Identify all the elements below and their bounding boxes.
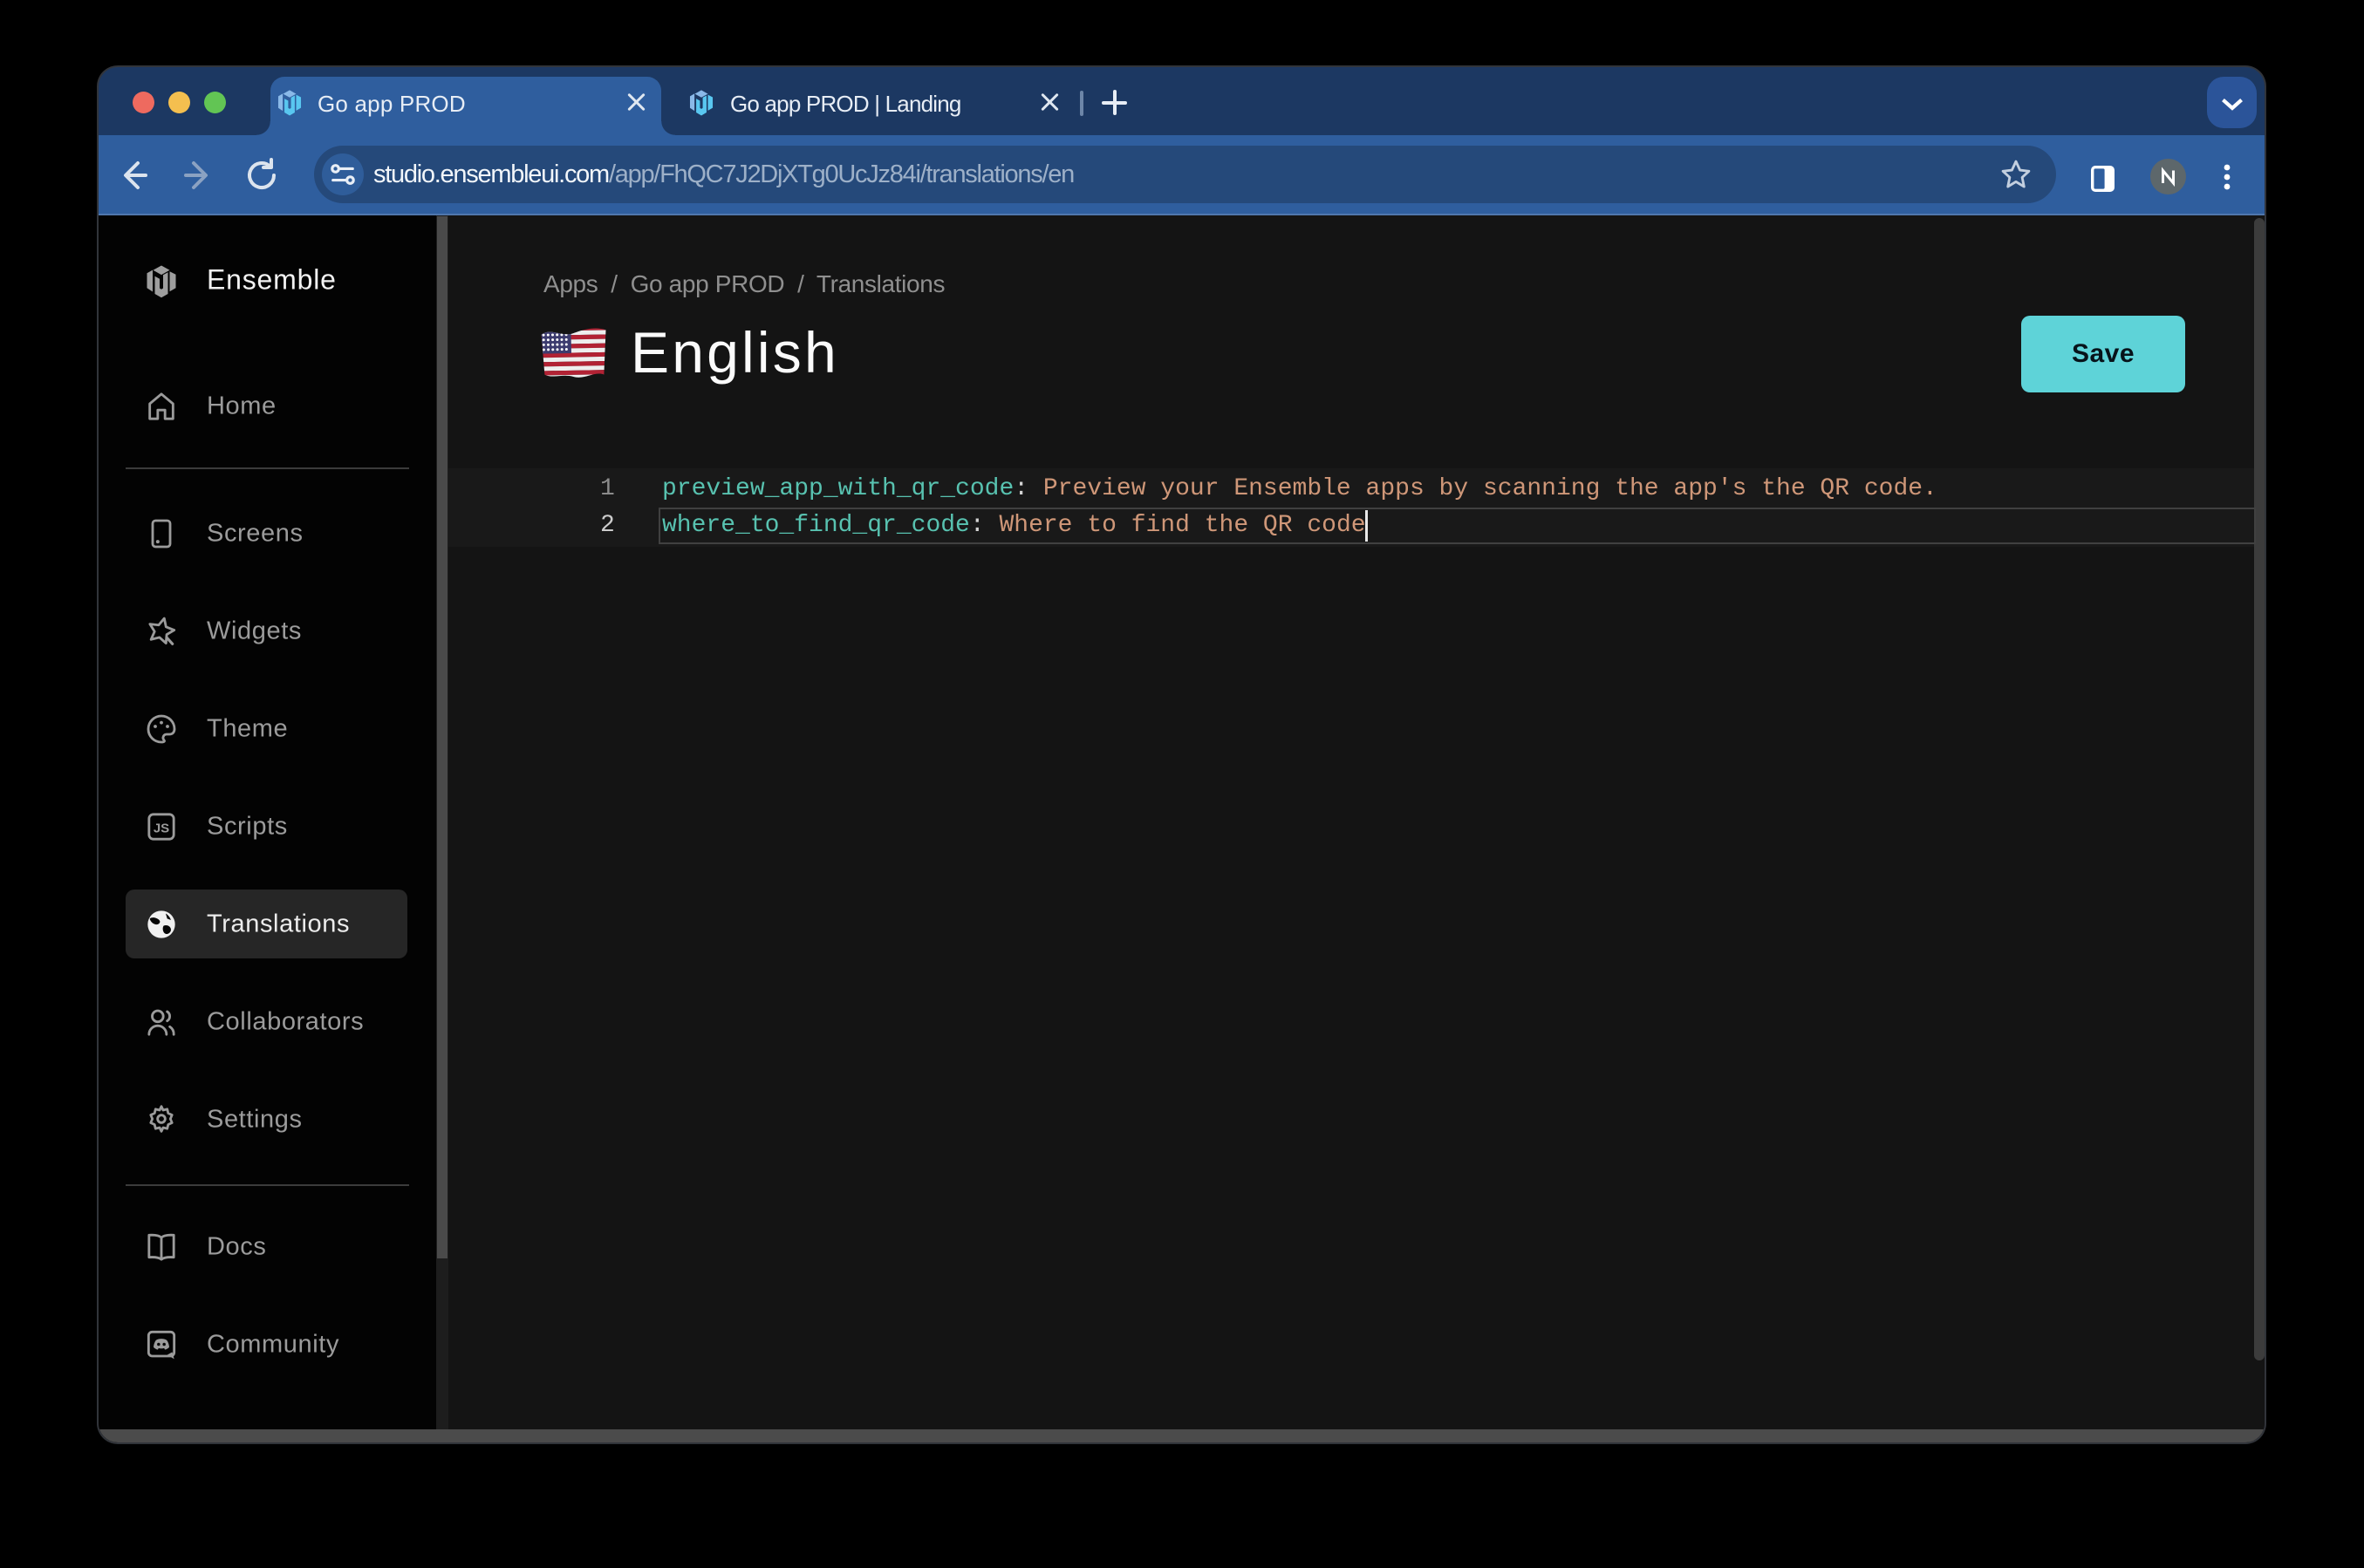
svg-text:JS: JS bbox=[154, 821, 169, 836]
